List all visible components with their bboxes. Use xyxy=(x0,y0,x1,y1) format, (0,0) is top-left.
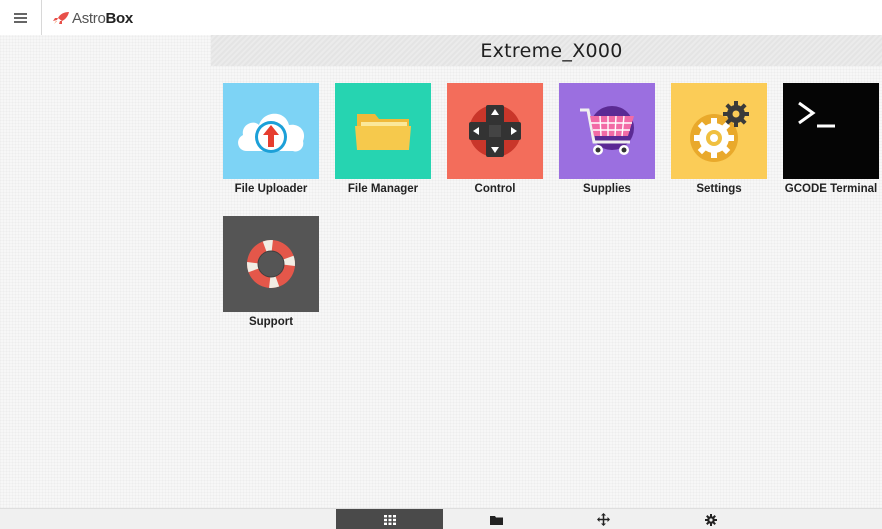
printer-name: Extreme_X000 xyxy=(480,39,623,62)
hamburger-icon xyxy=(14,11,27,25)
bottom-nav xyxy=(0,508,882,529)
tile-control-box xyxy=(447,83,543,179)
dpad-icon xyxy=(469,105,521,157)
nav-control-button[interactable] xyxy=(550,509,657,529)
tile-gcode-terminal-box xyxy=(783,83,879,179)
tile-file-uploader[interactable]: File Uploader xyxy=(223,83,319,195)
tile-file-manager[interactable]: File Manager xyxy=(335,83,431,195)
tile-supplies[interactable]: Supplies xyxy=(559,83,655,195)
gear-icon xyxy=(704,513,717,526)
tile-supplies-box xyxy=(559,83,655,179)
tile-settings-label: Settings xyxy=(696,183,742,195)
menu-button[interactable] xyxy=(0,0,42,35)
tile-file-uploader-box xyxy=(223,83,319,179)
folder-icon xyxy=(355,114,411,150)
tile-gcode-terminal-label: GCODE Terminal xyxy=(784,183,878,195)
nav-settings-button[interactable] xyxy=(657,509,764,529)
folder-icon xyxy=(490,515,503,525)
tile-supplies-label: Supplies xyxy=(583,183,631,195)
tile-file-manager-label: File Manager xyxy=(347,183,419,195)
printer-name-banner: Extreme_X000 xyxy=(211,35,882,66)
tile-support-label: Support xyxy=(248,316,294,328)
lifebuoy-icon xyxy=(247,240,295,288)
logo-text-light: Astro xyxy=(72,9,106,27)
gears-icon xyxy=(690,101,749,162)
move-icon xyxy=(597,513,610,526)
tile-settings-box xyxy=(671,83,767,179)
tile-support-box xyxy=(223,216,319,312)
tile-settings[interactable]: Settings xyxy=(671,83,767,195)
astrobox-logo[interactable]: AstroBox xyxy=(52,8,133,28)
nav-files-button[interactable] xyxy=(443,509,550,529)
cloud-upload-icon xyxy=(238,113,305,153)
terminal-icon xyxy=(798,101,835,128)
tile-control-label: Control xyxy=(474,183,516,195)
logo-text-bold: Box xyxy=(105,9,134,27)
top-bar: AstroBox xyxy=(0,0,882,35)
tile-support[interactable]: Support xyxy=(223,216,319,328)
shopping-cart-icon xyxy=(580,106,634,155)
tile-file-manager-box xyxy=(335,83,431,179)
tile-gcode-terminal[interactable]: GCODE Terminal xyxy=(783,83,879,195)
nav-apps-button[interactable] xyxy=(336,509,443,529)
grid-icon xyxy=(383,514,396,525)
tile-file-uploader-label: File Uploader xyxy=(234,183,308,195)
tile-control[interactable]: Control xyxy=(447,83,543,195)
rocket-icon xyxy=(53,12,69,24)
